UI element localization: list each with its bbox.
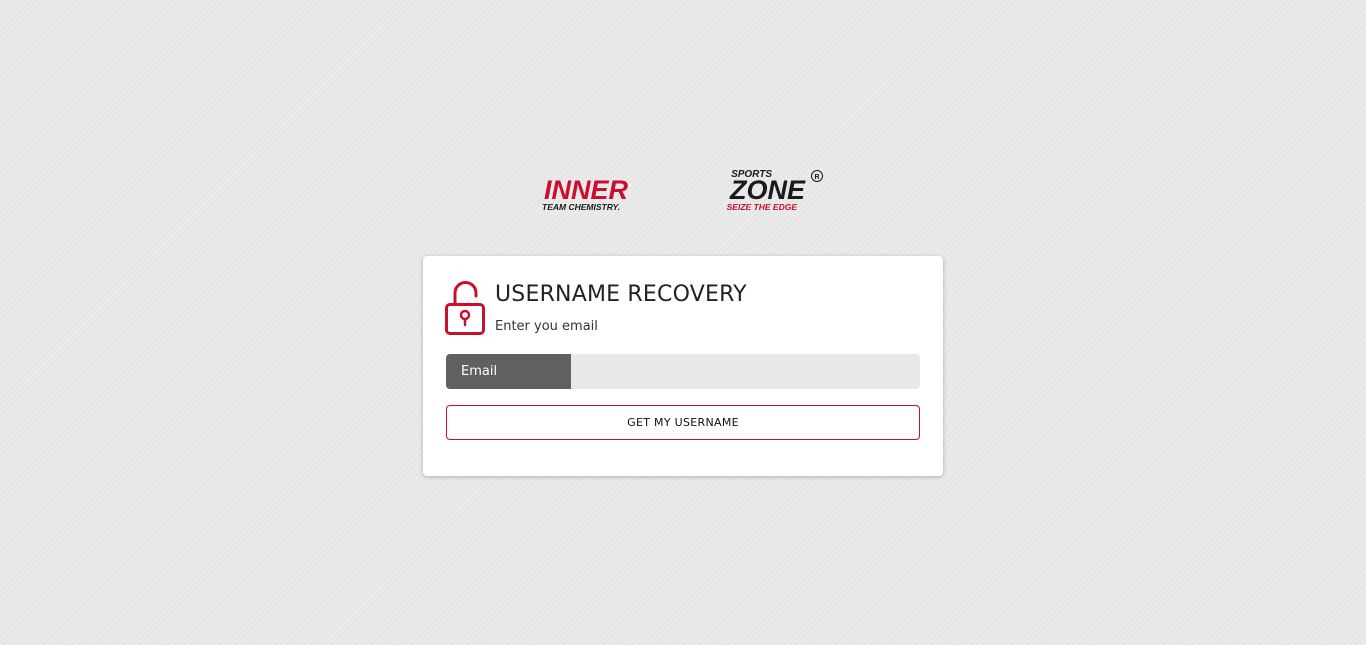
tagline-right: SEIZE THE EDGE: [727, 202, 798, 212]
email-label: Email: [446, 354, 571, 389]
registered-mark-text: R: [814, 174, 819, 181]
brand-logo: SPORTS R INNER ZONE TEAM CHEMISTRY. SEIZ…: [542, 166, 826, 214]
email-field-group: Email: [446, 354, 920, 389]
recovery-card: USERNAME RECOVERY Enter you email Email …: [423, 256, 943, 476]
page-title: USERNAME RECOVERY: [495, 282, 747, 307]
logo-zone-text: ZONE: [729, 175, 806, 205]
email-input[interactable]: [571, 354, 920, 389]
page-subtitle: Enter you email: [495, 319, 598, 334]
lock-icon: [445, 280, 487, 336]
logo-inner-text: INNER: [544, 175, 629, 205]
get-username-button[interactable]: GET MY USERNAME: [446, 405, 920, 440]
tagline-left: TEAM CHEMISTRY.: [542, 202, 620, 212]
